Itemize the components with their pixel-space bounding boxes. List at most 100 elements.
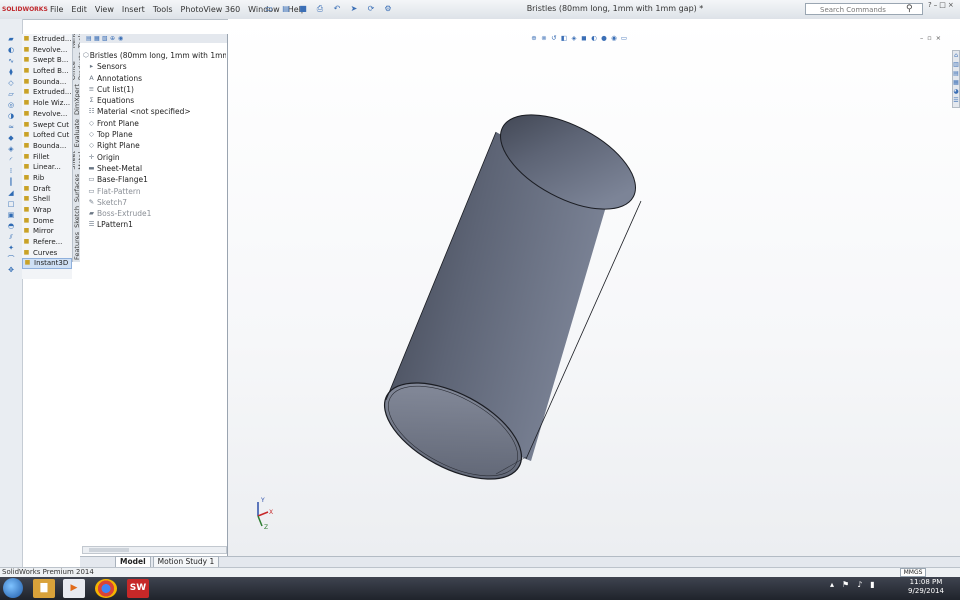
dome-icon[interactable]: ◓: [3, 222, 19, 231]
file-explorer-icon[interactable]: ▤: [953, 69, 959, 78]
tree-item[interactable]: ▭ Flat-Pattern: [83, 186, 226, 197]
options-icon[interactable]: ⚙: [381, 3, 395, 15]
command-curves[interactable]: ■ Curves: [22, 248, 72, 259]
tree-item[interactable]: ▬ Sheet-Metal: [83, 163, 226, 174]
mirror-icon[interactable]: ⫽: [3, 233, 19, 242]
search-icon[interactable]: ⚲: [906, 3, 920, 15]
tree-item[interactable]: ▸ Sensors: [83, 61, 226, 72]
tree-item[interactable]: ✎ Sketch7: [83, 197, 226, 208]
configuration-icon[interactable]: ▧: [102, 35, 109, 42]
tree-item[interactable]: Σ Equations: [83, 95, 226, 106]
tree-item[interactable]: ≡ Cut list(1): [83, 84, 226, 95]
command-boundary-boss[interactable]: ■ Bounda...: [22, 77, 72, 88]
rebuild-icon[interactable]: ⟳: [364, 3, 378, 15]
undo-icon[interactable]: ↶: [330, 3, 344, 15]
menu-tools[interactable]: Tools: [149, 3, 177, 16]
resources-icon[interactable]: ⌂: [953, 51, 959, 60]
file-explorer-icon[interactable]: ▇: [33, 579, 55, 598]
tree-item[interactable]: ▭ Base-Flange1: [83, 174, 226, 185]
menu-edit[interactable]: Edit: [67, 3, 91, 16]
command-extruded-boss[interactable]: ■ Extruded...: [22, 34, 72, 45]
viewport-restore-icon[interactable]: ▫: [927, 34, 931, 42]
command-extruded-cut[interactable]: ■ Extruded...: [22, 87, 72, 98]
edit-appearance-icon[interactable]: ●: [600, 34, 608, 42]
fillet-icon[interactable]: ◜: [3, 156, 19, 165]
help-icon[interactable]: ?: [928, 1, 932, 9]
tree-item[interactable]: ▰ Boss-Extrude1: [83, 208, 226, 219]
tray-arrow-icon[interactable]: ▴: [830, 580, 834, 589]
command-linear-pattern[interactable]: ■ Linear...: [22, 162, 72, 173]
hole-icon[interactable]: ◎: [3, 101, 19, 110]
menu-file[interactable]: File: [46, 3, 67, 16]
cut-extrude-icon[interactable]: ▱: [3, 90, 19, 99]
minimize-icon[interactable]: –: [934, 1, 938, 9]
revolve-icon[interactable]: ◐: [3, 46, 19, 55]
command-rib[interactable]: ■ Rib: [22, 173, 72, 184]
property-manager-icon[interactable]: ▦: [94, 35, 101, 42]
dimxpert-icon[interactable]: ⊕: [110, 35, 117, 42]
cut-boundary-icon[interactable]: ◈: [3, 145, 19, 154]
command-lofted-cut[interactable]: ■ Lofted Cut: [22, 130, 72, 141]
reference-icon[interactable]: ✦: [3, 244, 19, 253]
design-library-icon[interactable]: ▥: [953, 60, 959, 69]
command-revolved-cut[interactable]: ■ Revolve...: [22, 109, 72, 120]
apply-scene-icon[interactable]: ◉: [610, 34, 618, 42]
tree-item[interactable]: ◇ Front Plane: [83, 118, 226, 129]
graphics-area[interactable]: Y X Z: [228, 19, 960, 556]
boundary-icon[interactable]: ◇: [3, 79, 19, 88]
viewport-close-icon[interactable]: ×: [936, 34, 941, 42]
command-swept-boss[interactable]: ■ Swept B...: [22, 55, 72, 66]
solidworks-logo[interactable]: SOLIDWORKS: [2, 4, 48, 15]
display-style-icon[interactable]: ◼: [580, 34, 588, 42]
cut-revolve-icon[interactable]: ◑: [3, 112, 19, 121]
tree-item[interactable]: ☰ LPattern1: [83, 219, 226, 230]
display-manager-icon[interactable]: ◉: [118, 35, 125, 42]
command-hole-wizard[interactable]: ■ Hole Wiz...: [22, 98, 72, 109]
cylinder-model[interactable]: Y X Z: [228, 19, 960, 556]
scrollbar-thumb[interactable]: [89, 548, 129, 552]
command-mirror[interactable]: ■ Mirror: [22, 226, 72, 237]
new-icon[interactable]: ▭: [262, 3, 276, 15]
command-wrap[interactable]: ■ Wrap: [22, 205, 72, 216]
view-settings-icon[interactable]: ▭: [620, 34, 628, 42]
solidworks-taskbar-icon[interactable]: SW: [127, 579, 149, 598]
unit-system-selector[interactable]: MMGS: [900, 568, 926, 577]
hide-show-icon[interactable]: ◐: [590, 34, 598, 42]
start-button[interactable]: [3, 578, 23, 598]
rib-icon[interactable]: ┃: [3, 178, 19, 187]
viewport-minimize-icon[interactable]: –: [920, 34, 923, 42]
curves-icon[interactable]: ⌒: [3, 255, 19, 264]
wrap-icon[interactable]: ▣: [3, 211, 19, 220]
volume-icon[interactable]: ♪: [857, 580, 862, 589]
tree-item[interactable]: ◇ Top Plane: [83, 129, 226, 140]
chrome-icon[interactable]: [95, 579, 117, 598]
tree-item[interactable]: ◇ Right Plane: [83, 140, 226, 151]
command-reference-geometry[interactable]: ■ Refere...: [22, 237, 72, 248]
command-lofted-boss[interactable]: ■ Lofted B...: [22, 66, 72, 77]
draft-icon[interactable]: ◢: [3, 189, 19, 198]
command-draft[interactable]: ■ Draft: [22, 184, 72, 195]
menu-insert[interactable]: Insert: [118, 3, 149, 16]
action-center-icon[interactable]: ⚑: [842, 580, 849, 589]
zoom-area-icon[interactable]: ⊗: [540, 34, 548, 42]
command-revolved-boss[interactable]: ■ Revolve...: [22, 45, 72, 56]
shell-icon[interactable]: □: [3, 200, 19, 209]
command-shell[interactable]: ■ Shell: [22, 194, 72, 205]
command-swept-cut[interactable]: ■ Swept Cut: [22, 120, 72, 131]
cut-loft-icon[interactable]: ◆: [3, 134, 19, 143]
extrude-icon[interactable]: ▰: [3, 35, 19, 44]
previous-view-icon[interactable]: ↺: [550, 34, 558, 42]
save-icon[interactable]: ■: [296, 3, 310, 15]
menu-view[interactable]: View: [91, 3, 118, 16]
instant3d-icon[interactable]: ✥: [3, 266, 19, 275]
tree-item[interactable]: ✛ Origin: [83, 152, 226, 163]
tree-root[interactable]: ⬡ Bristles (80mm long, 1mm with 1mm g: [83, 50, 226, 61]
appearances-icon[interactable]: ◕: [953, 87, 959, 96]
tree-item[interactable]: ☷ Material <not specified>: [83, 106, 226, 117]
select-icon[interactable]: ➤: [347, 3, 361, 15]
zoom-to-fit-icon[interactable]: ⊕: [530, 34, 538, 42]
open-icon[interactable]: ▤: [279, 3, 293, 15]
media-player-icon[interactable]: ▶: [63, 579, 85, 598]
clock[interactable]: 11:08 PM 9/29/2014: [900, 578, 952, 596]
feature-tree-icon[interactable]: ▤: [86, 35, 93, 42]
